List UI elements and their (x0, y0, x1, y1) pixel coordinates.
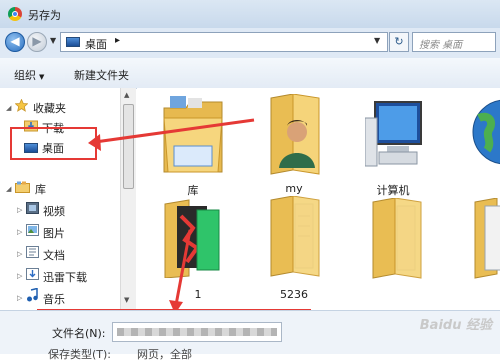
annotation-arrows (88, 118, 255, 314)
blurred-filename (117, 328, 277, 336)
filename-input[interactable] (112, 322, 282, 342)
baidu-watermark: Baidu 经验 (419, 318, 492, 333)
save-type-select[interactable]: 网页，全部 (137, 346, 192, 362)
filename-label: 文件名(N): (52, 327, 106, 340)
save-type-label: 保存类型(T): (48, 348, 112, 361)
